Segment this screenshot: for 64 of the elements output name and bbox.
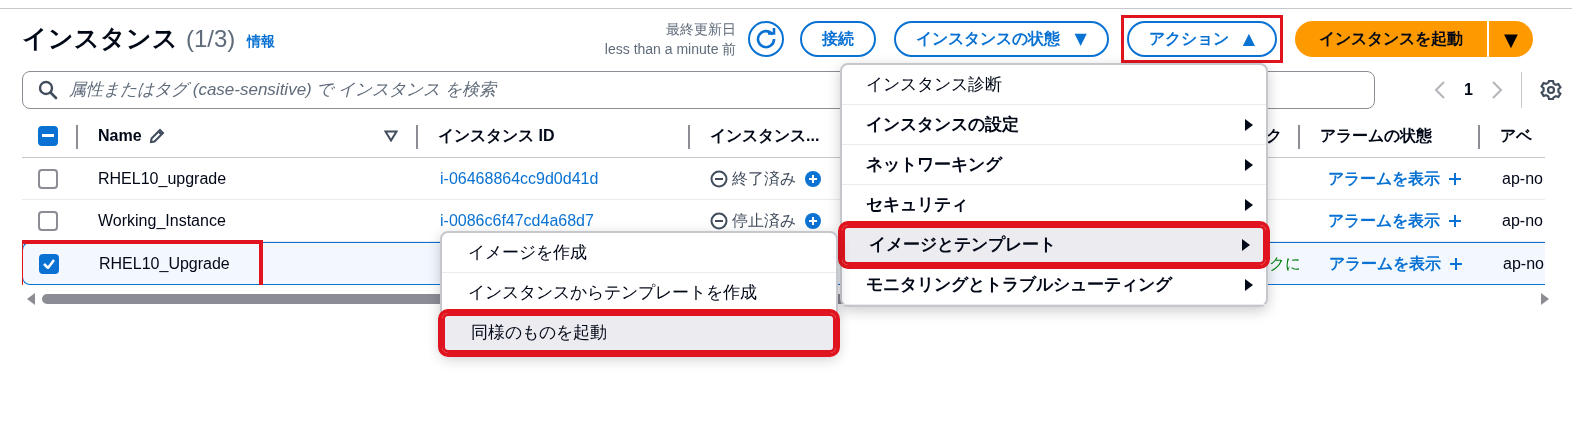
updated-time: less than a minute 前 [604,40,737,59]
submenu-arrow-icon [1244,277,1254,292]
updated-label: 最終更新日 [666,20,737,39]
menu-item[interactable]: イメージを作成 [442,233,836,273]
launch-button[interactable]: インスタンスを起動 [1295,21,1487,57]
column-header[interactable]: インスタンス ID [438,124,555,148]
stopped-status-icon [710,211,728,230]
menu-item[interactable]: ネットワーキング [842,145,1266,185]
menu-item[interactable]: モニタリングとトラブルシューティング [842,265,1266,305]
column-header[interactable]: Name [98,124,142,148]
info-link[interactable]: 情報 [247,30,276,52]
instance-name: Working_Instance [98,210,226,231]
submenu-arrow-icon [1244,117,1254,132]
view-alarms-link[interactable]: アラームを表示 [1328,208,1440,233]
instance-name: RHEL10_upgrade [98,168,227,189]
view-alarms-link[interactable]: アラームを表示 [1328,166,1440,191]
dropdown-button[interactable]: ▼ [1487,21,1533,57]
submenu-arrow-icon [1244,197,1254,212]
column-header[interactable]: ク [1266,124,1282,148]
filter-icon [384,130,398,142]
connect-button[interactable]: 接続 [800,21,877,57]
select-all-checkbox[interactable] [38,126,58,146]
edit-icon [147,127,166,145]
row-checkbox[interactable] [39,253,59,274]
instance-name: RHEL10_Upgrade [99,253,230,274]
view-alarms-link[interactable]: アラームを表示 [1329,251,1441,276]
column-header[interactable]: アラームの状態 [1320,124,1432,148]
menu-item[interactable]: インスタンスの設定 [842,105,1266,145]
row-checkbox[interactable] [38,168,58,189]
check-icon [43,258,55,269]
selection-count: (1/3) [186,24,236,54]
instance-state: 終了済み [732,168,796,189]
refresh-icon [755,28,778,50]
menu-item[interactable]: インスタンス診断 [842,65,1266,105]
settings-icon[interactable] [1540,79,1562,101]
stopped-status-icon [710,169,728,188]
availability-zone: ap-no [1502,210,1543,231]
submenu-arrow-icon [1241,238,1251,252]
search-icon [38,80,58,100]
column-header[interactable]: アベ [1500,124,1532,148]
add-icon [1449,256,1463,271]
scroll-left-icon [26,293,36,305]
caret-icon: ▼ [1074,27,1087,51]
zoom-in-icon[interactable] [804,169,822,188]
row-checkbox[interactable] [38,210,58,231]
instance-id-link[interactable]: i-06468864cc9d0d41d [440,166,599,191]
dropdown-button[interactable]: アクション ▲ [1126,21,1277,57]
page-title: インスタンス [22,23,178,55]
minus-icon [42,134,54,138]
caret-icon: ▲ [1242,27,1255,51]
page-number[interactable]: 1 [1464,78,1473,102]
column-header[interactable]: インスタンス... [710,124,820,148]
availability-zone: ap-no [1503,253,1544,274]
scroll-right-icon [1540,293,1550,305]
refresh-button[interactable] [748,21,785,57]
instance-state: 停止済み [732,210,796,231]
zoom-in-icon[interactable] [804,211,822,230]
status-check: クに [1269,253,1299,274]
instance-id-link[interactable]: i-0086c6f47cd4a68d7 [440,208,594,233]
add-icon [1448,171,1462,186]
dropdown-button[interactable]: インスタンスの状態 ▼ [894,21,1109,57]
add-icon [1448,213,1462,228]
availability-zone: ap-no [1502,168,1543,189]
submenu-arrow-icon [1244,157,1254,172]
